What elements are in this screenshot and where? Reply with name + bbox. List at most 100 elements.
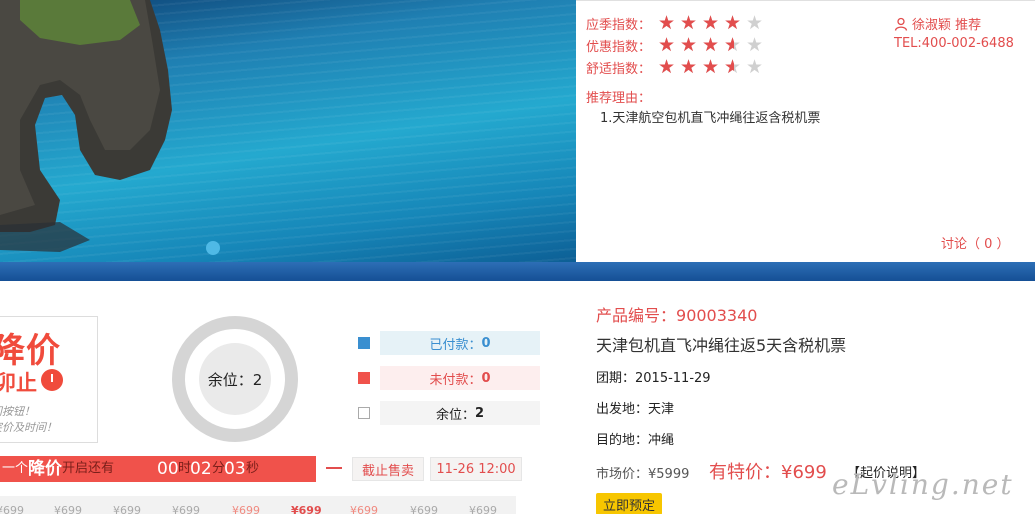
price-cell[interactable]: ¥699 [0, 504, 24, 514]
section-divider-bar [0, 262, 1035, 281]
legend-paid-box: 已付款： 0 [380, 331, 540, 355]
star-rating: ★ ★ ★ ★ ★ ★ ★ ★ ★ [658, 33, 765, 56]
special-price-label: 有特价： [709, 462, 781, 483]
market-price-value: ¥5999 [648, 467, 690, 482]
legend-label: 已付款： [429, 337, 482, 353]
special-price-value: ¥699 [781, 462, 827, 483]
rating-discount: 优惠指数： ★ ★ ★ ★ ★ ★ ★ ★ ★ [586, 35, 765, 55]
countdown-seconds: 03 [224, 459, 246, 479]
star-icon: ★ ★ [702, 55, 720, 78]
legend-swatch [358, 372, 370, 384]
user-icon [894, 17, 908, 31]
seats-remaining-ring: 余位：2 [172, 316, 298, 442]
legend-value: 0 [481, 370, 491, 386]
group-date-value: 2015-11-29 [635, 371, 711, 386]
market-price: 市场价：¥5999 [596, 463, 689, 482]
rating-label: 应季指数： [586, 17, 652, 33]
countdown-hours: 00 [157, 459, 179, 479]
star-icon: ★ [746, 11, 764, 34]
star-rating: ★ ★ ★ ★ ★ ★ ★ ★ ★ [658, 11, 765, 34]
countdown-word: 降价 [28, 459, 62, 479]
special-price: 有特价：¥699 [709, 458, 827, 484]
rating-season: 应季指数： ★ ★ ★ ★ ★ ★ ★ ★ ★ [586, 13, 765, 33]
deadline-tag: 11-26 12:00 [430, 457, 522, 481]
star-icon: ★ ★ [724, 11, 742, 34]
legend-swatch [358, 407, 370, 419]
discuss-link[interactable]: 讨论（ 0 ） [941, 233, 1010, 252]
destination: 目的地：冲绳 [596, 429, 674, 448]
product-id-label: 产品编号： [596, 306, 677, 325]
star-icon: ★ [746, 55, 764, 78]
legend-label: 未付款： [429, 372, 482, 388]
legend-paid: 已付款： 0 [358, 331, 540, 355]
phone-number: TEL:400-002-6488 [894, 36, 1014, 51]
watermark: eLvling.net [832, 468, 1014, 501]
countdown-bar: 一个 降价 开启还有 00 时 02 分 03 秒 [0, 456, 316, 482]
countdown-seconds-unit: 秒 [246, 461, 260, 476]
price-calendar-strip[interactable]: ¥699 ¥699 ¥699 ¥699 ¥699 ¥699 ¥699 ¥699 … [0, 496, 516, 514]
book-now-button[interactable]: 立即预定 [596, 493, 662, 514]
reason-label: 推荐理由： [586, 91, 652, 106]
star-icon: ★ ★ [658, 11, 676, 34]
star-icon: ★ [746, 33, 764, 56]
star-icon: ★ ★ [680, 55, 698, 78]
departure: 出发地：天津 [596, 398, 674, 417]
promo-subheading: 卯止 [0, 371, 37, 395]
legend-value: 0 [481, 335, 491, 351]
promo-hint-line2: 突价及时间！ [0, 421, 57, 434]
legend-remaining-box: 余位： 2 [380, 401, 540, 425]
price-drop-promo-card[interactable]: 降价 卯止 间按钮！ 突价及时间！ [0, 316, 98, 443]
stop-sale-tag: 截止售卖 [352, 457, 424, 481]
legend-swatch [358, 337, 370, 349]
legend-value: 2 [474, 405, 485, 421]
price-cell[interactable]: ¥699 [54, 504, 82, 514]
star-icon: ★ ★ [658, 55, 676, 78]
promo-hint-line1: 间按钮！ [0, 405, 35, 418]
legend-unpaid-box: 未付款： 0 [380, 366, 540, 390]
hero-banner-image[interactable] [0, 0, 576, 262]
rating-label: 优惠指数： [586, 39, 652, 55]
product-title: 天津包机直飞冲绳往返5天含税机票 [596, 336, 847, 355]
rating-label: 舒适指数： [586, 61, 652, 77]
carousel-indicator-dot[interactable] [206, 241, 220, 255]
product-id: 产品编号：90003340 [596, 302, 757, 326]
legend-unpaid: 未付款： 0 [358, 366, 540, 390]
product-id-value: 90003340 [676, 306, 758, 325]
dash-separator [326, 467, 342, 469]
stopwatch-icon [41, 369, 63, 391]
price-cell[interactable]: ¥699 [469, 504, 497, 514]
price-cell[interactable]: ¥699 [172, 504, 200, 514]
page: 应季指数： ★ ★ ★ ★ ★ ★ ★ ★ ★ 优惠指数： ★ ★ ★ ★ ★ ★ ★ ★ ★ 舒适指数： ★ ★… [0, 0, 1035, 514]
price-cell[interactable]: ¥699 [350, 504, 378, 514]
reason-item: 1.天津航空包机直飞冲绳往返含税机票 [600, 111, 821, 126]
recommender-name: 徐淑颖 推荐 [912, 18, 982, 33]
destination-label: 目的地： [596, 433, 649, 448]
star-icon: ★ ★ [658, 33, 676, 56]
countdown-prefix: 一个 [2, 461, 29, 476]
star-icon: ★ ★ [702, 11, 720, 34]
legend-label: 余位： [435, 407, 475, 423]
price-cell[interactable]: ¥699 [232, 504, 260, 514]
star-icon: ★ ★ [702, 33, 720, 56]
group-date-label: 团期： [596, 371, 636, 386]
countdown-minutes: 02 [190, 459, 212, 479]
departure-label: 出发地： [596, 402, 649, 417]
recommender[interactable]: 徐淑颖 推荐 [894, 14, 981, 33]
rock-arch-graphic [0, 0, 172, 252]
group-date: 团期：2015-11-29 [596, 367, 711, 386]
departure-value: 天津 [648, 402, 675, 417]
star-rating: ★ ★ ★ ★ ★ ★ ★ ★ ★ [658, 55, 765, 78]
star-icon: ★ ★ [724, 55, 742, 78]
star-icon: ★ ★ [680, 11, 698, 34]
market-price-label: 市场价： [596, 467, 649, 482]
seats-remaining-text: 余位：2 [207, 370, 263, 389]
destination-value: 冲绳 [648, 433, 675, 448]
price-cell-selected[interactable]: ¥699 [291, 504, 322, 514]
countdown-suffix: 开启还有 [62, 461, 115, 476]
price-cell[interactable]: ¥699 [410, 504, 438, 514]
recommendation-panel: 应季指数： ★ ★ ★ ★ ★ ★ ★ ★ ★ 优惠指数： ★ ★ ★ ★ ★ ★ ★ ★ ★ 舒适指数： ★ ★… [576, 0, 1035, 262]
legend-remaining: 余位： 2 [358, 401, 540, 425]
star-icon: ★ ★ [680, 33, 698, 56]
price-cell[interactable]: ¥699 [113, 504, 141, 514]
star-icon: ★ ★ [724, 33, 742, 56]
